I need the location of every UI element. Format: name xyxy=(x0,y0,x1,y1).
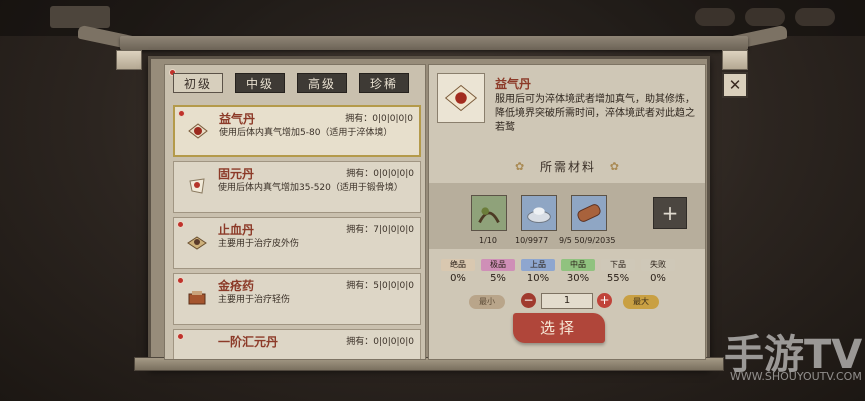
detail-desc: 服用后可为淬体境武者增加真气，助其修炼，降低境界突破所需时间，淬体境武者对此趋之… xyxy=(495,94,695,133)
detail-name: 益气丹 xyxy=(495,77,532,91)
increase-button[interactable]: + xyxy=(597,293,612,308)
pill-list-panel: 初级 中级 高级 珍稀 益气丹 拥有：0|0|0|0|0 使用后体内真气增加5-… xyxy=(164,64,426,360)
quality-label: 中品 xyxy=(561,259,595,271)
quality-label: 失败 xyxy=(641,259,675,271)
silver-ingot-icon xyxy=(527,207,551,223)
top-tab-3[interactable] xyxy=(186,6,246,28)
pill-owned: 拥有：7|0|0|0|0 xyxy=(346,225,414,235)
quality-label: 极品 xyxy=(481,259,515,271)
top-nav xyxy=(0,0,865,36)
quality-label: 下品 xyxy=(601,259,635,271)
pill-owned: 拥有：0|0|0|0|0 xyxy=(345,114,413,124)
pill-owned: 拥有：0|0|0|0|0 xyxy=(346,337,414,347)
medicine-box-icon xyxy=(188,291,206,305)
quantity-input[interactable]: 1 xyxy=(541,293,593,309)
pill-item[interactable]: 止血丹 拥有：7|0|0|0|0 主要用于治疗皮外伤 xyxy=(173,217,421,269)
scroll-roof xyxy=(120,36,748,50)
material-slot[interactable] xyxy=(571,195,607,231)
select-button[interactable]: 选择 xyxy=(513,313,605,343)
top-tab-1[interactable] xyxy=(50,6,110,28)
pill-desc: 主要用于治疗轻伤 xyxy=(218,295,291,305)
quality-value: 30% xyxy=(566,273,590,284)
material-count: 1/10 xyxy=(479,236,497,245)
quality-value: 0% xyxy=(650,273,666,284)
pill-name: 金疮药 xyxy=(218,279,255,293)
pill-desc: 主要用于治疗皮外伤 xyxy=(218,239,300,249)
new-dot xyxy=(177,333,184,340)
quality-value: 0% xyxy=(450,273,466,284)
material-count: 10/9977 xyxy=(515,236,549,245)
wood-log-icon xyxy=(577,204,601,222)
pill-plate-icon xyxy=(187,236,207,250)
grade-tabs: 初级 中级 高级 珍稀 xyxy=(173,73,409,93)
pill-item[interactable]: 一阶汇元丹 拥有：0|0|0|0|0 xyxy=(173,329,421,359)
quality-value: 55% xyxy=(606,273,630,284)
add-material-button[interactable]: + xyxy=(653,197,687,229)
decrease-button[interactable]: − xyxy=(521,293,536,308)
pill-item[interactable]: 金疮药 拥有：5|0|0|0|0 主要用于治疗轻伤 xyxy=(173,273,421,325)
pill-item[interactable]: 益气丹 拥有：0|0|0|0|0 使用后体内真气增加5-80（适用于淬体境） xyxy=(173,105,421,157)
pill-desc: 使用后体内真气增加35-520（适用于锻骨境） xyxy=(218,183,403,193)
pill-item[interactable]: 固元丹 拥有：0|0|0|0|0 使用后体内真气增加35-520（适用于锻骨境） xyxy=(173,161,421,213)
materials-header: 所需材料 xyxy=(515,157,621,177)
quality-value: 5% xyxy=(490,273,506,284)
watermark-url: WWW.SHOUYOUTV.COM xyxy=(730,370,862,383)
top-tab-2[interactable] xyxy=(118,6,178,28)
pill-pouch-icon xyxy=(189,178,205,194)
material-count: 9/5 50/9/2035 xyxy=(559,236,616,245)
max-button[interactable]: 最大 xyxy=(623,295,659,309)
tab-basic[interactable]: 初级 xyxy=(173,73,223,93)
close-button[interactable]: ✕ xyxy=(722,72,748,98)
material-slot[interactable] xyxy=(521,195,557,231)
herb-icon xyxy=(478,207,500,224)
pill-name: 固元丹 xyxy=(218,167,255,181)
detail-icon-frame xyxy=(437,73,485,123)
pillar-right xyxy=(722,50,748,70)
pill-name: 止血丹 xyxy=(218,223,255,237)
pill-detail-panel: 益气丹 服用后可为淬体境武者增加真气，助其修炼，降低境界突破所需时间，淬体境武者… xyxy=(428,64,706,360)
min-button[interactable]: 最小 xyxy=(469,295,505,309)
pill-name: 益气丹 xyxy=(219,112,256,126)
quality-label: 上品 xyxy=(521,259,555,271)
new-dot xyxy=(178,110,185,117)
pill-desc: 使用后体内真气增加5-80（适用于淬体境） xyxy=(219,128,393,138)
new-dot xyxy=(177,221,184,228)
pillar-left xyxy=(116,50,142,70)
top-resources xyxy=(695,8,835,26)
new-dot xyxy=(177,277,184,284)
tab-high[interactable]: 高级 xyxy=(297,73,347,93)
pill-plate-icon xyxy=(188,123,208,139)
pill-plate-icon xyxy=(444,84,478,112)
pill-owned: 拥有：5|0|0|0|0 xyxy=(346,281,414,291)
tab-mid[interactable]: 中级 xyxy=(235,73,285,93)
top-tab-4[interactable] xyxy=(254,6,314,28)
material-slot[interactable] xyxy=(471,195,507,231)
quality-label: 绝品 xyxy=(441,259,475,271)
quality-value: 10% xyxy=(526,273,550,284)
pill-owned: 拥有：0|0|0|0|0 xyxy=(346,169,414,179)
tab-rare[interactable]: 珍稀 xyxy=(359,73,409,93)
pill-name: 一阶汇元丹 xyxy=(218,335,279,349)
